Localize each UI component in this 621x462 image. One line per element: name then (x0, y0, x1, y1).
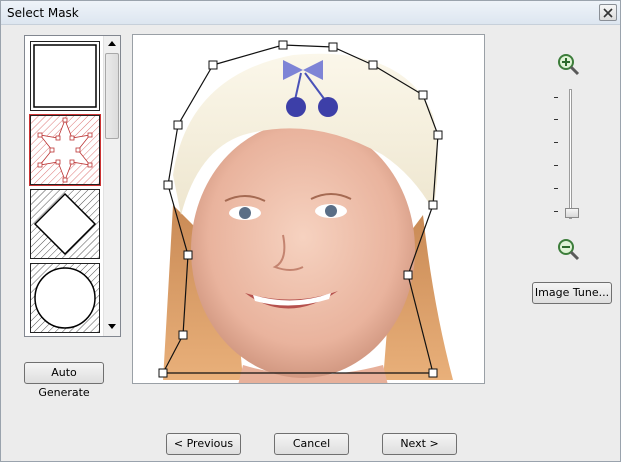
mask-thumb-rectangle[interactable] (30, 41, 100, 111)
scroll-up-button[interactable] (104, 36, 120, 52)
zoom-tick (554, 211, 558, 212)
mask-shape-list[interactable] (24, 35, 121, 337)
previous-button[interactable]: < Previous (166, 433, 241, 455)
scroll-down-button[interactable] (104, 319, 120, 335)
arrow-up-icon (108, 41, 116, 46)
zoom-tick (554, 165, 558, 166)
mask-list-scrollbar[interactable] (103, 36, 120, 336)
zoom-tick (554, 119, 558, 120)
mask-thumb-star[interactable] (29, 114, 101, 186)
diamond-mask-icon (31, 190, 99, 258)
image-tune-button[interactable]: Image Tune... (532, 282, 612, 304)
zoom-slider-thumb[interactable] (565, 208, 579, 218)
portrait-image (133, 35, 484, 383)
arrow-down-icon (108, 324, 116, 329)
next-button[interactable]: Next > (382, 433, 457, 455)
close-button[interactable] (599, 4, 617, 21)
mask-thumb-diamond[interactable] (30, 189, 100, 259)
auto-generate-button[interactable]: Auto Generate (24, 362, 104, 399)
rectangle-mask-icon (33, 44, 97, 108)
zoom-tick (554, 97, 558, 98)
image-preview[interactable] (132, 34, 485, 384)
zoom-out-icon[interactable] (556, 237, 580, 261)
title-bar: Select Mask (1, 1, 620, 25)
scroll-thumb[interactable] (105, 53, 119, 139)
star-mask-icon (31, 116, 99, 184)
mask-thumb-circle[interactable] (30, 263, 100, 333)
window-title: Select Mask (7, 6, 79, 20)
close-icon (603, 8, 613, 18)
cancel-button[interactable]: Cancel (274, 433, 349, 455)
zoom-tick (554, 188, 558, 189)
zoom-in-icon[interactable] (556, 52, 580, 76)
zoom-tick (554, 142, 558, 143)
circle-mask-icon (31, 264, 99, 332)
zoom-slider-track[interactable] (569, 89, 572, 219)
select-mask-window: Select Mask Auto Generate Image Tune... … (0, 0, 621, 462)
